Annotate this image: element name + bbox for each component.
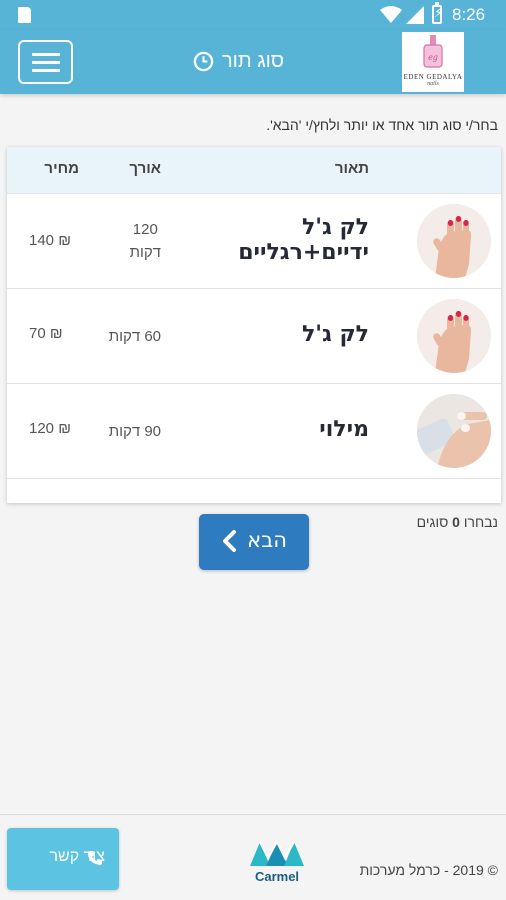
header-description: תאור <box>334 160 369 177</box>
hamburger-icon <box>32 61 60 64</box>
selected-count-value: 0 <box>452 514 460 530</box>
clock-icon <box>193 51 214 72</box>
next-button[interactable]: הבא <box>199 514 309 570</box>
page-title-text: סוג תור <box>221 50 284 72</box>
wifi-icon <box>380 6 402 23</box>
service-length: 90 דקות <box>108 423 161 440</box>
hamburger-icon <box>32 53 60 56</box>
service-name: לק ג'ל ידיים+רגליים <box>238 215 369 265</box>
service-length: 60 דקות <box>108 328 161 345</box>
svg-text:eg: eg <box>428 53 438 62</box>
carmel-logo: Carmel <box>248 838 306 884</box>
carmel-logo-text: Carmel <box>254 869 300 884</box>
selection-count: נבחרו 0 סוגים <box>416 514 498 530</box>
service-image <box>417 204 491 278</box>
nail-polish-bottle-icon: eg <box>423 35 443 68</box>
footer-divider <box>0 814 506 815</box>
header-length: אורך <box>129 160 161 177</box>
page-title: סוג תור <box>193 50 284 73</box>
chevron-left-icon <box>223 530 236 552</box>
service-image <box>417 394 491 468</box>
menu-button[interactable] <box>18 40 73 84</box>
service-length: 120 דקות <box>129 221 161 261</box>
app-bar: סוג תור eg EDEN GEDALYA nails <box>0 30 506 94</box>
instruction-text: בחר/י סוג תור אחד או יותר ולחץ/י 'הבא'. <box>266 117 498 133</box>
table-header: תאור אורך מחיר <box>7 147 501 194</box>
service-row[interactable]: לק ג'ל ידיים+רגליים 120 דקות 140 ₪ <box>7 194 501 289</box>
service-price: 140 ₪ <box>29 232 71 249</box>
service-name: מילוי <box>319 417 369 442</box>
next-button-label: הבא <box>247 528 287 552</box>
service-price: 120 ₪ <box>29 420 71 437</box>
status-time: 8:26 <box>452 5 486 24</box>
service-row[interactable]: מילוי 90 דקות 120 ₪ <box>7 384 501 479</box>
service-price: 70 ₪ <box>29 325 63 342</box>
service-type-table: תאור אורך מחיר לק ג'ל ידיים+רגליים 120 ד… <box>7 147 501 503</box>
logo-brand-text: EDEN GEDALYA <box>403 73 463 81</box>
logo-sub-text: nails <box>427 81 439 87</box>
charging-icon: ⚡ <box>434 6 444 21</box>
copyright-text: © 2019 - כרמל מערכות <box>359 862 498 878</box>
status-bar: ⚡ 8:26 <box>0 0 506 30</box>
header-price: מחיר <box>44 160 79 177</box>
service-row[interactable]: לק ג'ל 60 דקות 70 ₪ <box>7 289 501 384</box>
service-name: לק ג'ל <box>301 322 369 347</box>
carmel-logo-mark <box>250 841 304 866</box>
phone-icon <box>88 851 102 865</box>
hamburger-icon <box>32 69 60 72</box>
brand-logo[interactable]: eg EDEN GEDALYA nails <box>402 32 464 92</box>
service-image <box>417 299 491 373</box>
contact-button[interactable]: צור קשר <box>7 828 119 890</box>
signal-icon <box>406 6 424 24</box>
sd-card-icon <box>18 7 31 23</box>
